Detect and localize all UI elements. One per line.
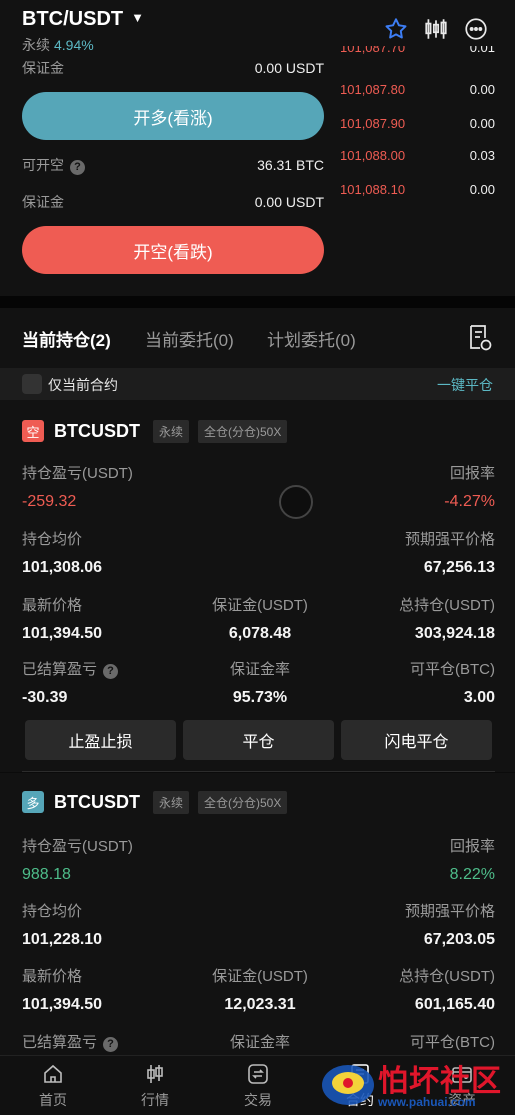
liq-price: 预期强平价格 67,256.13 <box>404 531 495 576</box>
total-position: 总持仓(USDT) 303,924.18 <box>399 597 495 642</box>
margin-mode-tag: 全仓(分仓)50X <box>198 420 288 443</box>
position-tabs: 当前持仓(2) 当前委托(0) 计划委托(0) <box>0 308 515 368</box>
total-position: 总持仓(USDT) 601,165.40 <box>399 968 495 1013</box>
position-card: 空 BTCUSDT 永续 全仓(分仓)50X 持仓盈亏(USDT) -259.3… <box>0 400 515 772</box>
nav-market[interactable]: 行情 <box>115 1062 195 1110</box>
roe: 回报率 -4.27% <box>444 465 495 510</box>
flash-close-button[interactable]: 闪电平仓 <box>341 720 492 760</box>
tab-plan-orders[interactable]: 计划委托(0) <box>267 326 356 351</box>
margin-mode-tag: 全仓(分仓)50X <box>198 791 288 814</box>
last-price: 最新价格 101,394.50 <box>22 597 103 642</box>
price-change: 4.94% <box>54 37 94 53</box>
position-symbol: BTCUSDT <box>54 792 140 812</box>
section-gap <box>0 296 515 308</box>
pair-subtitle: 永续 4.94% <box>22 35 94 55</box>
position-margin: 保证金(USDT) 6,078.48 <box>212 597 308 642</box>
unrealized-pnl: 持仓盈亏(USDT) 988.18 <box>22 838 133 883</box>
home-icon <box>41 1062 65 1086</box>
short-badge: 空 <box>22 420 44 442</box>
filter-bar: 仅当前合约 一键平仓 <box>0 368 515 400</box>
close-all-button[interactable]: 一键平仓 <box>437 375 493 395</box>
help-icon[interactable]: ? <box>103 1036 119 1052</box>
help-icon[interactable]: ? <box>70 159 85 175</box>
header-icons <box>383 16 489 42</box>
caret-down-icon: ▼ <box>131 10 144 25</box>
only-current-label: 仅当前合约 <box>48 377 118 393</box>
closable-qty: 可平仓(BTC) <box>410 1034 495 1051</box>
contract-type: 永续 <box>22 37 50 53</box>
margin-row-short: 保证金 0.00 USDT <box>22 194 324 210</box>
contract-tag: 永续 <box>153 791 190 814</box>
settled-pnl: 已结算盈亏? -30.39 <box>22 658 119 707</box>
card-divider <box>22 771 495 772</box>
roe: 回报率 8.22% <box>449 838 495 883</box>
close-position-button[interactable]: 平仓 <box>183 720 334 760</box>
order-history-icon[interactable] <box>467 324 493 352</box>
pair-title: BTC/USDT <box>22 8 124 30</box>
closable-qty: 可平仓(BTC) 3.00 <box>410 661 495 706</box>
nav-trade[interactable]: 交易 <box>218 1062 298 1110</box>
watermark-text: 怕坏社区 <box>378 1064 502 1099</box>
only-current-checkbox[interactable] <box>22 374 42 394</box>
liq-price: 预期强平价格 67,203.05 <box>404 903 495 948</box>
nav-home[interactable]: 首页 <box>13 1062 93 1110</box>
candlestick-icon[interactable] <box>423 16 449 42</box>
star-icon[interactable] <box>383 16 409 42</box>
position-margin: 保证金(USDT) 12,023.31 <box>212 968 308 1013</box>
orderbook-row[interactable]: 101,087.90 0.00 <box>340 116 495 131</box>
orderbook-row[interactable]: 101,088.10 0.00 <box>340 182 495 197</box>
tab-current-positions[interactable]: 当前持仓(2) <box>22 326 111 351</box>
open-short-row: 可开空? 36.31 BTC <box>22 157 324 175</box>
contract-tag: 永续 <box>153 420 190 443</box>
settled-pnl: 已结算盈亏? <box>22 1031 119 1052</box>
open-long-button[interactable]: 开多(看涨) <box>22 92 324 140</box>
more-icon[interactable] <box>463 16 489 42</box>
position-symbol: BTCUSDT <box>54 421 140 441</box>
orderbook-row[interactable]: 101,087.80 0.00 <box>340 82 495 97</box>
last-price: 最新价格 101,394.50 <box>22 968 103 1013</box>
orderbook: 101,087.70 0.01 101,087.80 0.00 101,087.90… <box>340 46 495 206</box>
orderbook-row[interactable]: 101,088.00 0.03 <box>340 148 495 163</box>
exchange-icon <box>246 1062 270 1086</box>
orderbook-row[interactable]: 101,087.70 0.01 <box>340 46 495 55</box>
position-card: 多 BTCUSDT 永续 全仓(分仓)50X 持仓盈亏(USDT) 988.18… <box>0 773 515 1055</box>
open-short-button[interactable]: 开空(看跌) <box>22 226 324 274</box>
watermark-url: www.pahuai.com <box>378 1095 476 1109</box>
long-badge: 多 <box>22 791 44 813</box>
pair-selector[interactable]: BTC/USDT ▼ <box>22 8 144 31</box>
trade-panel: BTC/USDT ▼ 永续 4.94% 保证金 0.00 USDT 可开空? 36.… <box>0 0 515 296</box>
tab-current-orders[interactable]: 当前委托(0) <box>145 326 234 351</box>
candlestick-icon <box>143 1062 167 1086</box>
avg-price: 持仓均价 101,228.10 <box>22 903 103 948</box>
avg-price: 持仓均价 101,308.06 <box>22 531 103 576</box>
margin-row-long: 保证金 0.00 USDT <box>22 60 324 76</box>
margin-ratio: 保证金率 95.73% <box>229 661 290 706</box>
tp-sl-button[interactable]: 止盈止损 <box>25 720 176 760</box>
margin-ratio: 保证金率 <box>229 1034 290 1051</box>
loading-spinner <box>279 485 313 519</box>
unrealized-pnl: 持仓盈亏(USDT) -259.32 <box>22 465 133 510</box>
help-icon[interactable]: ? <box>103 663 119 679</box>
